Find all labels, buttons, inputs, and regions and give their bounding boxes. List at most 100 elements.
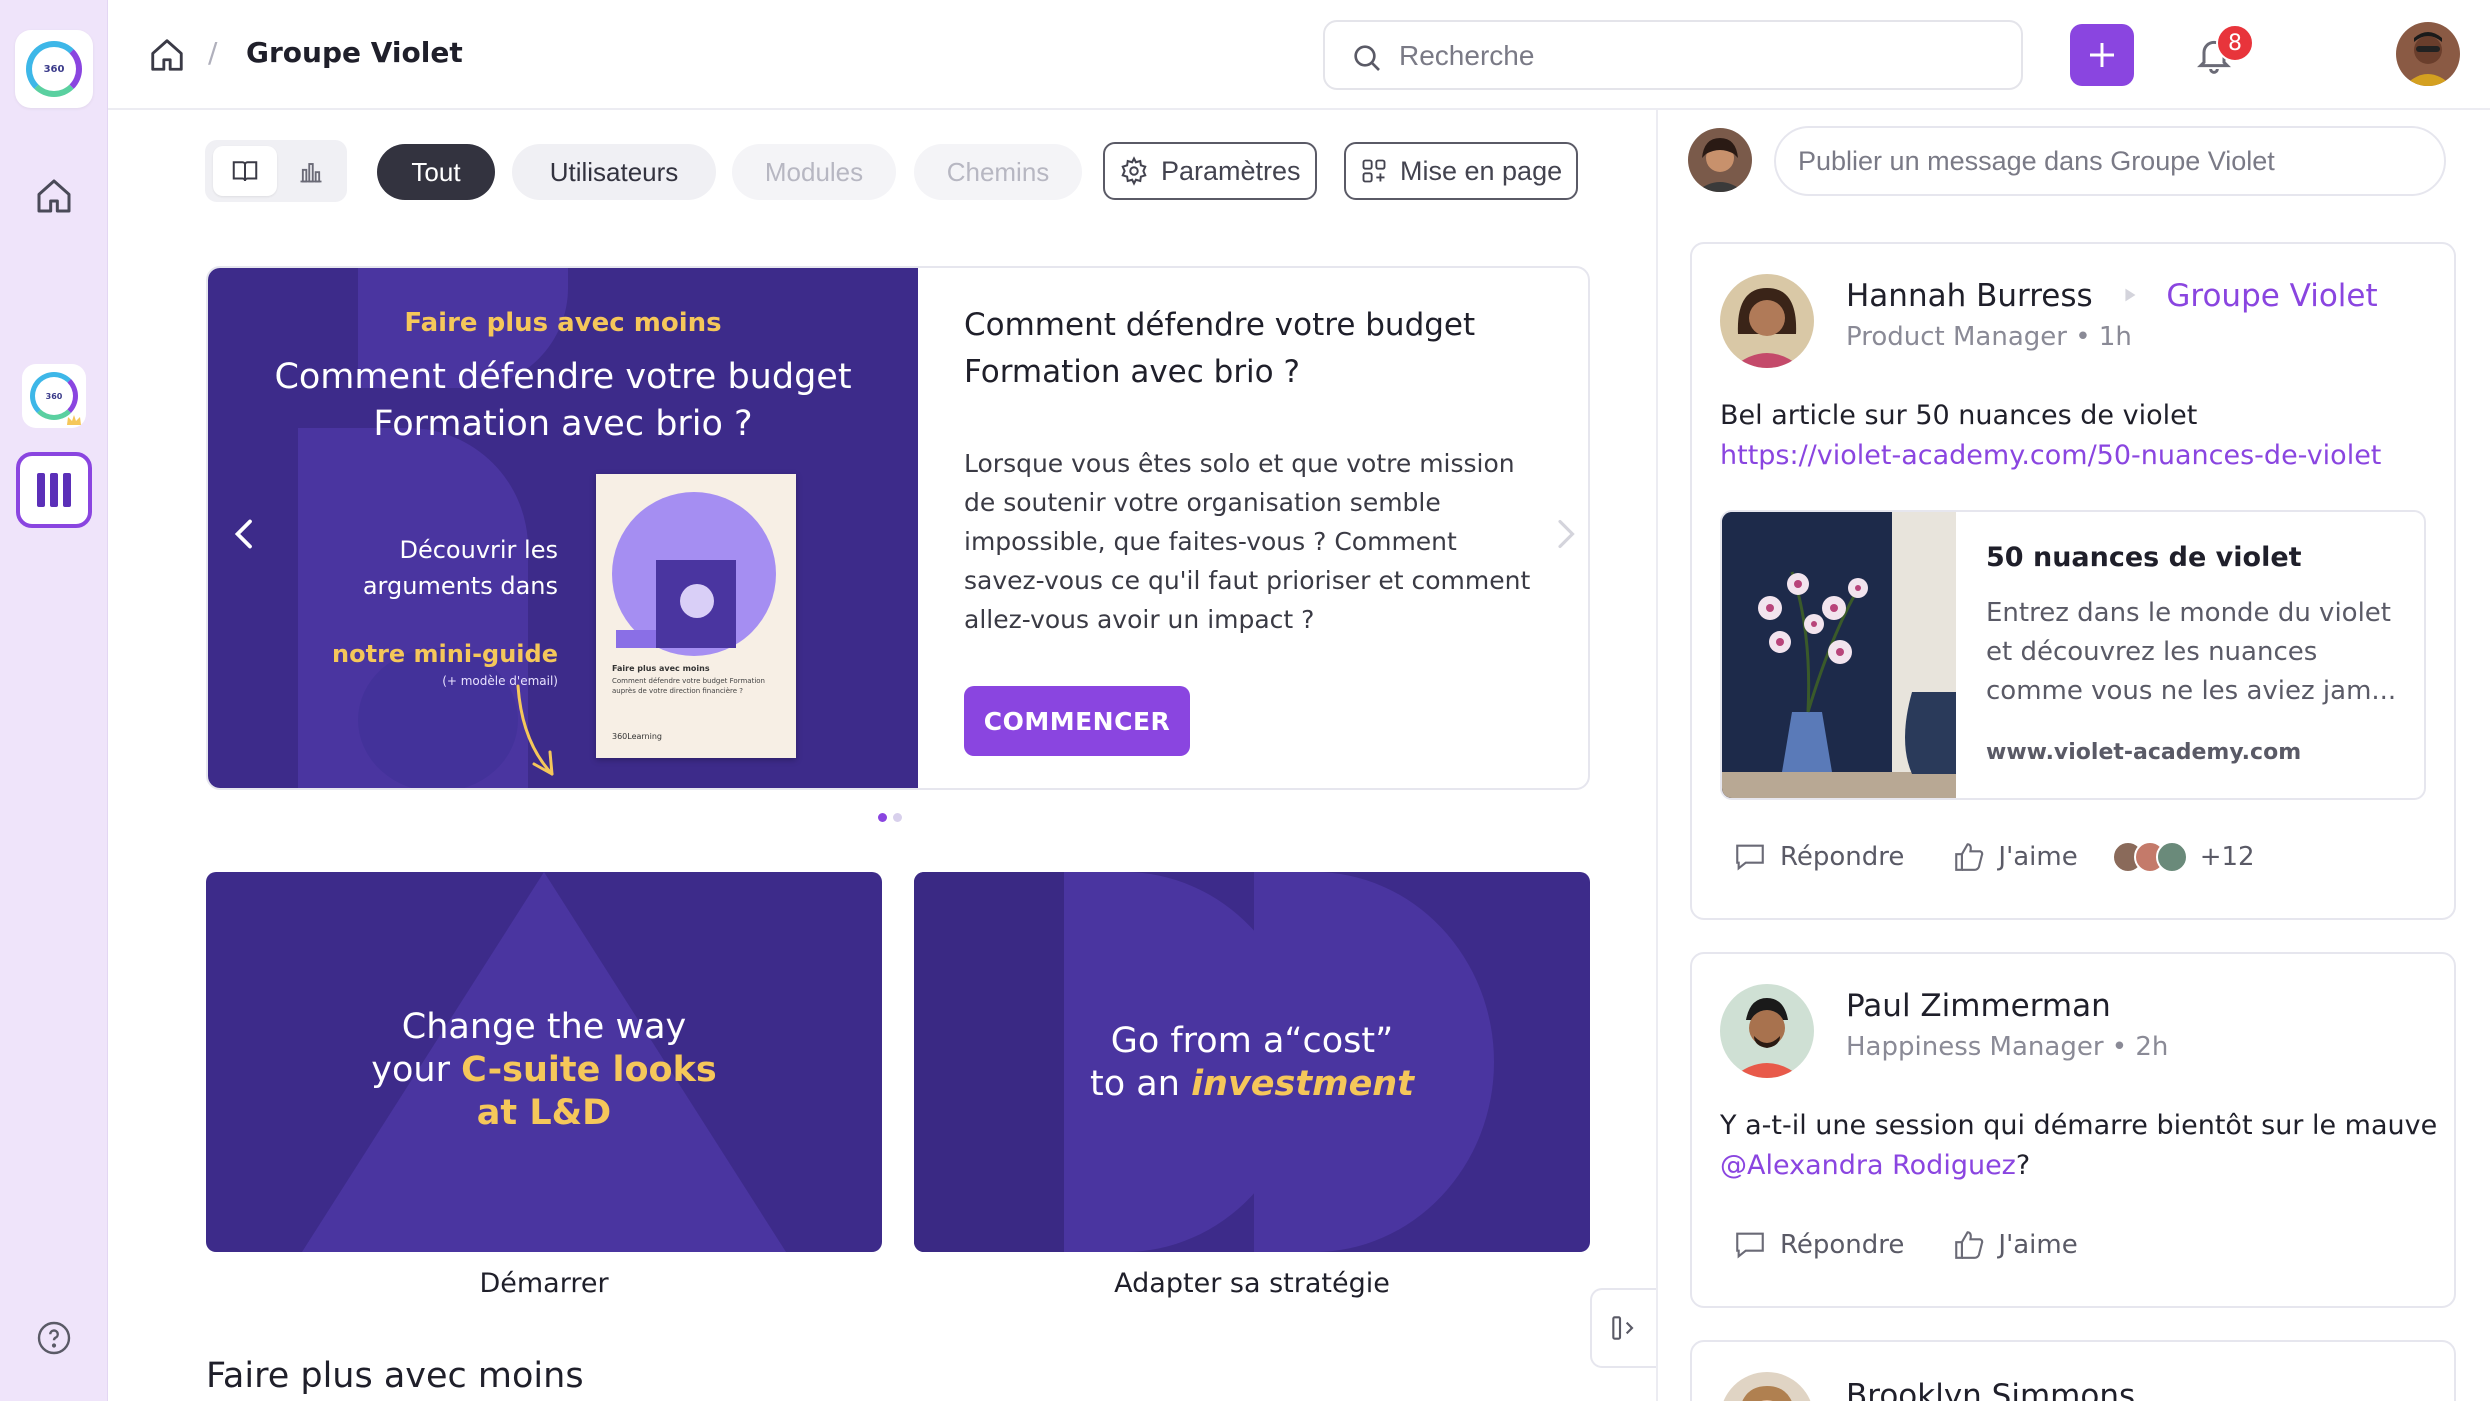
help-icon[interactable] — [36, 1320, 72, 1356]
post-author-role: Product Manager • 1h — [1846, 322, 2132, 352]
card-2-line2b: investment — [1191, 1064, 1414, 1104]
compose-input[interactable]: Publier un message dans Groupe Violet — [1774, 126, 2446, 196]
hero-description: Lorsque vous êtes solo et que votre miss… — [964, 449, 1531, 634]
post-author-name[interactable]: Brooklyn Simmons — [1846, 1378, 2135, 1401]
card-2-label[interactable]: Adapter sa stratégie — [914, 1268, 1590, 1299]
breadcrumb-home-icon[interactable] — [148, 36, 186, 74]
section-title: Faire plus avec moins — [206, 1356, 584, 1396]
like-button[interactable]: J'aime — [1952, 1228, 2078, 1262]
layout-grid-icon — [1362, 159, 1386, 183]
carousel-dot-2[interactable] — [893, 813, 902, 822]
view-toggle — [205, 140, 347, 202]
likes-extra-count[interactable]: +12 — [2200, 842, 2255, 872]
reply-label: Répondre — [1780, 842, 1905, 872]
hero-image-mini-guide: notre mini-guide — [332, 640, 558, 668]
post-body: Bel article sur 50 nuances de violet htt… — [1720, 396, 2440, 476]
post-body: Y a-t-il une session qui démarre bientôt… — [1720, 1106, 2440, 1186]
card-2-line2: to an investment — [914, 1063, 1590, 1106]
post-author-role: Happiness Manager • 2h — [1846, 1032, 2169, 1062]
post-author-avatar[interactable] — [1720, 984, 1814, 1078]
plus-icon — [2090, 43, 2114, 67]
post-link[interactable]: https://violet-academy.com/50-nuances-de… — [1720, 436, 2440, 476]
post-card: Hannah Burress Groupe Violet Product Man… — [1690, 242, 2456, 920]
thumbs-up-icon — [1955, 843, 1984, 871]
search-icon — [1354, 45, 1380, 71]
book-title: Faire plus avec moins — [612, 664, 710, 673]
arrow-right-icon — [2124, 288, 2136, 302]
filter-chemins[interactable]: Chemins — [914, 144, 1082, 200]
search-input[interactable] — [1399, 36, 1999, 76]
book-brand: 360Learning — [612, 732, 662, 741]
carousel-next-icon[interactable] — [1550, 514, 1580, 554]
app-logo[interactable]: 360 — [15, 30, 93, 108]
sidebar: 360 360 — [0, 0, 108, 1401]
view-stats-button[interactable] — [283, 146, 339, 196]
post-author[interactable]: Hannah Burress — [1846, 278, 2093, 314]
library-icon[interactable] — [16, 452, 92, 528]
card-demarrer[interactable]: Change the way your C-suite looks at L&D — [206, 872, 882, 1252]
card-1-label[interactable]: Démarrer — [206, 1268, 882, 1299]
post-card: Paul Zimmerman Happiness Manager • 2h Y … — [1690, 952, 2456, 1308]
collapse-panel-button[interactable] — [1590, 1288, 1656, 1368]
reply-button[interactable]: Répondre — [1732, 1228, 1904, 1262]
card-2-text: Go from a“cost” to an investment — [914, 1020, 1590, 1106]
filter-utilisateurs[interactable]: Utilisateurs — [512, 144, 716, 200]
card-1-text: Change the way your C-suite looks at L&D — [206, 1006, 882, 1135]
post-author-avatar[interactable] — [1720, 274, 1814, 368]
post-card: Brooklyn Simmons — [1690, 1340, 2456, 1401]
settings-button[interactable]: Paramètres — [1103, 142, 1317, 200]
carousel-dot-1[interactable] — [878, 813, 887, 822]
card-2-line2a: to an — [1090, 1064, 1192, 1104]
bar-chart-icon — [300, 163, 322, 183]
post-mention[interactable]: @Alexandra Rodiguez — [1720, 1150, 2016, 1181]
app-root: 360 360 / Groupe Violet 8 — [0, 0, 2490, 1401]
carousel-dots — [878, 813, 902, 822]
page-title: Groupe Violet — [246, 36, 463, 69]
hero-image-kicker: Faire plus avec moins — [404, 308, 722, 338]
user-avatar[interactable] — [2396, 22, 2460, 86]
likers-avatars[interactable] — [2111, 841, 2188, 873]
link-preview-image — [1722, 512, 1956, 798]
guide-book-cover: Faire plus avec moins Comment défendre v… — [596, 474, 796, 758]
gear-icon — [1121, 156, 1147, 186]
crown-icon — [67, 415, 81, 425]
hero-image-discover: Découvrir les arguments dans — [362, 536, 558, 600]
reply-label: Répondre — [1780, 1230, 1905, 1260]
card-2-line1: Go from a“cost” — [1110, 1021, 1394, 1061]
notification-badge: 8 — [2216, 24, 2254, 62]
add-button[interactable] — [2070, 24, 2134, 86]
view-book-button[interactable] — [213, 146, 277, 196]
link-preview-url: www.violet-academy.com — [1986, 740, 2302, 765]
like-label: J'aime — [1998, 842, 2078, 872]
post-actions: Répondre J'aime +12 — [1732, 840, 2255, 874]
arrow-doodle-icon — [516, 684, 554, 776]
layout-label: Mise en page — [1400, 155, 1563, 186]
post-actions: Répondre J'aime — [1732, 1228, 2126, 1262]
comment-icon — [1736, 1232, 1764, 1259]
card-1-line2b: C-suite looks — [461, 1050, 717, 1090]
post-author-name[interactable]: Paul Zimmerman — [1846, 988, 2111, 1024]
start-button[interactable]: COMMENCER — [964, 686, 1190, 756]
filter-modules[interactable]: Modules — [732, 144, 896, 200]
compose-avatar — [1688, 128, 1752, 192]
card-adapter-strategie[interactable]: Go from a“cost” to an investment — [914, 872, 1590, 1252]
post-group-link[interactable]: Groupe Violet — [2166, 278, 2377, 314]
hero-image-title: Comment défendre votre budget Formation … — [274, 357, 852, 444]
post-author-avatar[interactable] — [1720, 1372, 1814, 1401]
post-body-text: Bel article sur 50 nuances de violet — [1720, 400, 2198, 431]
app-360-icon[interactable]: 360 — [22, 364, 86, 428]
carousel-prev-icon[interactable] — [230, 514, 260, 554]
hero-image[interactable]: Faire plus avec moins Comment défendre v… — [208, 268, 918, 788]
filter-tout[interactable]: Tout — [377, 144, 495, 200]
home-icon[interactable] — [34, 176, 74, 216]
hero-carousel: Faire plus avec moins Comment défendre v… — [206, 266, 1590, 790]
like-button[interactable]: J'aime — [1952, 840, 2078, 874]
layout-button[interactable]: Mise en page — [1344, 142, 1579, 200]
card-1-line2: your C-suite looks — [206, 1049, 882, 1092]
link-preview-card[interactable]: 50 nuances de violet Entrez dans le mond… — [1720, 510, 2426, 800]
post-body-text: Y a-t-il une session qui démarre bientôt… — [1720, 1110, 2438, 1141]
search-box[interactable] — [1323, 20, 2023, 90]
settings-label: Paramètres — [1161, 155, 1301, 186]
logo-text: 360 — [43, 63, 65, 75]
reply-button[interactable]: Répondre — [1732, 840, 1904, 874]
